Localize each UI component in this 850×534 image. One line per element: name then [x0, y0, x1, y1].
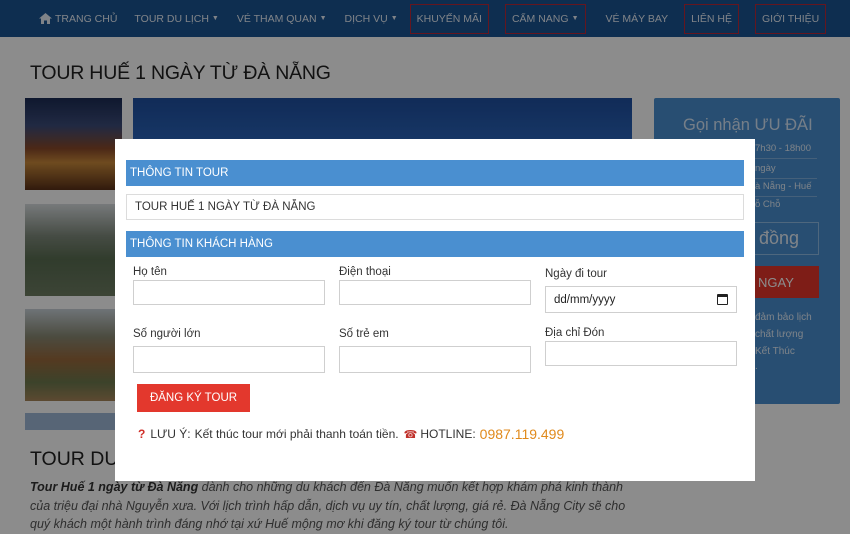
note-label: LƯU Ý: [150, 427, 191, 441]
phone-label: Điện thoại [339, 266, 391, 278]
children-input[interactable] [339, 346, 531, 373]
hotline-label: HOTLINE: [420, 427, 476, 441]
name-label: Họ tên [133, 266, 167, 278]
register-tour-button[interactable]: ĐĂNG KÝ TOUR [137, 384, 250, 412]
pickup-address-input[interactable] [545, 341, 737, 366]
adults-input[interactable] [133, 346, 325, 373]
note-text: Kết thúc tour mới phải thanh toán tiền. [194, 427, 399, 441]
phone-input[interactable] [339, 280, 531, 305]
phone-icon: ☎ [403, 428, 418, 441]
customer-info-header: THÔNG TIN KHÁCH HÀNG [126, 231, 744, 257]
hotline-number[interactable]: 0987.119.499 [480, 426, 565, 442]
question-icon: ? [138, 427, 146, 441]
date-placeholder: dd/mm/yyyy [554, 293, 616, 306]
calendar-icon[interactable] [717, 294, 728, 305]
tour-info-header: THÔNG TIN TOUR [126, 160, 744, 186]
payment-note: ? LƯU Ý: Kết thúc tour mới phải thanh to… [138, 426, 564, 442]
name-input[interactable] [133, 280, 325, 305]
tour-date-input[interactable]: dd/mm/yyyy [545, 286, 737, 313]
adults-label: Số người lớn [133, 328, 201, 340]
children-label: Số trẻ em [339, 328, 389, 340]
date-label: Ngày đi tour [545, 268, 608, 280]
pickup-label: Địa chỉ Đón [545, 327, 605, 339]
booking-modal: THÔNG TIN TOUR TOUR HUẾ 1 NGÀY TỪ ĐÀ NẴN… [115, 139, 755, 481]
tour-name-field: TOUR HUẾ 1 NGÀY TỪ ĐÀ NẴNG [126, 194, 744, 220]
